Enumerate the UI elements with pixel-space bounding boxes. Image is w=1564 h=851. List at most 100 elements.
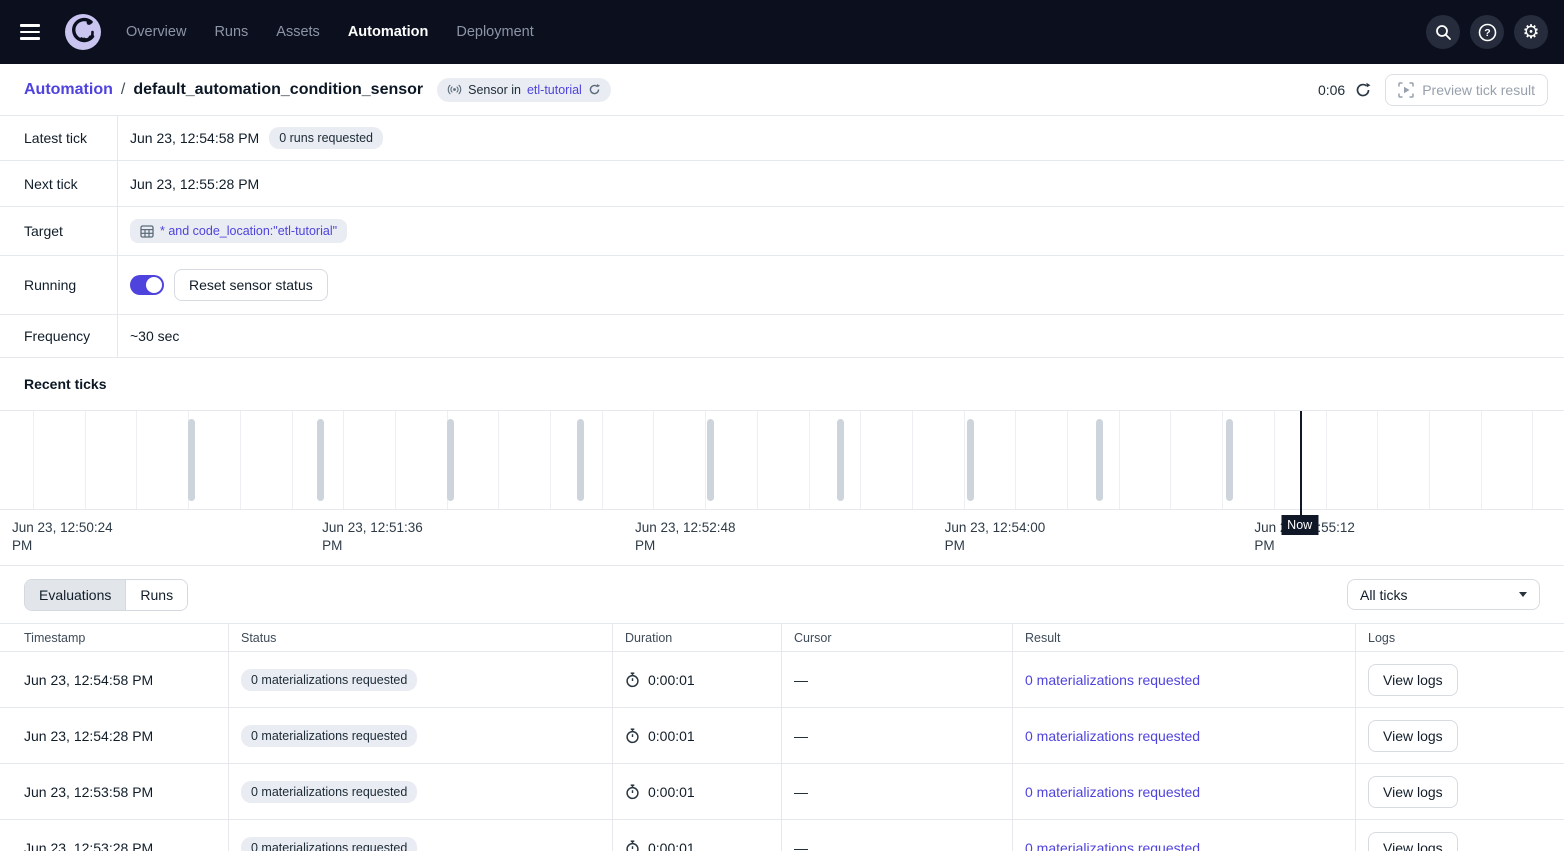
timeline-gridline	[1274, 411, 1275, 509]
timeline-gridline	[343, 411, 344, 509]
timeline-gridline	[498, 411, 499, 509]
preview-icon	[1398, 82, 1414, 98]
help-icon[interactable]: ?	[1470, 15, 1504, 49]
page-header: Automation / default_automation_conditio…	[0, 64, 1564, 116]
tab-runs[interactable]: Runs	[125, 580, 187, 610]
tick-bar[interactable]	[1096, 419, 1103, 501]
asset-selection-text: * and code_location:"etl-tutorial"	[160, 224, 337, 238]
tick-bar[interactable]	[967, 419, 974, 501]
timeline-gridline	[85, 411, 86, 509]
row-timestamp: Jun 23, 12:53:58 PM	[24, 784, 153, 800]
timeline-gridline	[550, 411, 551, 509]
timeline-gridline	[964, 411, 965, 509]
now-marker-line	[1300, 411, 1302, 518]
stopwatch-icon	[625, 784, 640, 800]
col-header-logs: Logs	[1355, 624, 1564, 651]
table-body: Jun 23, 12:54:58 PM 0 materializations r…	[0, 652, 1564, 851]
timeline-gridline	[1170, 411, 1171, 509]
view-logs-button[interactable]: View logs	[1368, 720, 1458, 752]
row-cursor: —	[794, 784, 808, 800]
timeline-gridline	[757, 411, 758, 509]
tab-evaluations[interactable]: Evaluations	[25, 580, 125, 610]
preview-tick-result-button[interactable]: Preview tick result	[1385, 74, 1548, 106]
timeline-gridline	[1532, 411, 1533, 509]
stopwatch-icon	[625, 840, 640, 851]
breadcrumb-automation-link[interactable]: Automation	[24, 81, 113, 99]
recent-ticks-heading: Recent ticks	[0, 358, 1564, 410]
row-result-link[interactable]: 0 materializations requested	[1025, 728, 1200, 744]
tick-bar[interactable]	[707, 419, 714, 501]
refresh-icon[interactable]	[1355, 82, 1371, 98]
row-timestamp: Jun 23, 12:54:28 PM	[24, 728, 153, 744]
view-logs-button[interactable]: View logs	[1368, 776, 1458, 808]
tick-filter-value: All ticks	[1360, 587, 1407, 603]
settings-gear-icon[interactable]: ⚙	[1514, 15, 1548, 49]
tick-bar[interactable]	[1226, 419, 1233, 501]
row-result-link[interactable]: 0 materializations requested	[1025, 840, 1200, 851]
search-icon[interactable]	[1426, 15, 1460, 49]
timeline-gridline	[602, 411, 603, 509]
timeline-gridline	[1119, 411, 1120, 509]
col-header-status: Status	[228, 624, 612, 651]
reset-sensor-status-button[interactable]: Reset sensor status	[174, 269, 328, 301]
row-timestamp: Jun 23, 12:53:28 PM	[24, 840, 153, 851]
hamburger-menu-icon[interactable]	[20, 18, 48, 46]
tick-bar[interactable]	[577, 419, 584, 501]
nav-item-automation[interactable]: Automation	[348, 24, 429, 40]
timeline-gridline	[1429, 411, 1430, 509]
running-toggle[interactable]	[130, 275, 164, 295]
preview-button-label: Preview tick result	[1422, 82, 1535, 98]
target-label: Target	[0, 207, 118, 255]
tick-bar[interactable]	[317, 419, 324, 501]
breadcrumb-separator: /	[121, 81, 125, 99]
timeline-gridline	[1067, 411, 1068, 509]
row-status-badge: 0 materializations requested	[241, 725, 417, 747]
top-nav: Overview Runs Assets Automation Deployment ?…	[0, 0, 1564, 64]
frequency-row: Frequency ~30 sec	[0, 315, 1564, 358]
axis-time-label: Jun 23, 12:51:36 PM	[322, 519, 426, 555]
tick-timeline	[0, 410, 1564, 510]
latest-tick-row: Latest tick Jun 23, 12:54:58 PM 0 runs r…	[0, 116, 1564, 161]
nav-item-assets[interactable]: Assets	[276, 24, 320, 40]
timeline-gridline	[292, 411, 293, 509]
timeline-gridline	[1326, 411, 1327, 509]
tick-bar[interactable]	[188, 419, 195, 501]
next-tick-row: Next tick Jun 23, 12:55:28 PM	[0, 161, 1564, 207]
stopwatch-icon	[625, 728, 640, 744]
row-duration: 0:00:01	[648, 728, 695, 744]
row-status-badge: 0 materializations requested	[241, 669, 417, 691]
timeline-gridline	[1377, 411, 1378, 509]
timeline-gridline	[809, 411, 810, 509]
timeline-gridline	[33, 411, 34, 509]
timeline-gridline	[653, 411, 654, 509]
next-tick-label: Next tick	[0, 161, 118, 206]
nav-item-deployment[interactable]: Deployment	[456, 24, 533, 40]
dagster-logo-icon[interactable]	[64, 13, 102, 51]
running-row: Running Reset sensor status	[0, 256, 1564, 315]
sensor-location-badge: Sensor in etl-tutorial	[437, 78, 611, 102]
tick-filter-dropdown[interactable]: All ticks	[1347, 579, 1540, 610]
frequency-value: ~30 sec	[130, 328, 179, 344]
sync-icon[interactable]	[588, 83, 601, 96]
asset-selection-chip[interactable]: * and code_location:"etl-tutorial"	[130, 219, 347, 243]
tick-bar[interactable]	[837, 419, 844, 501]
axis-time-label: Jun 23, 12:54:00 PM	[945, 519, 1049, 555]
col-header-timestamp: Timestamp	[0, 624, 228, 651]
row-cursor: —	[794, 840, 808, 851]
row-duration: 0:00:01	[648, 672, 695, 688]
view-logs-button[interactable]: View logs	[1368, 664, 1458, 696]
table-row: Jun 23, 12:54:28 PM 0 materializations r…	[0, 708, 1564, 764]
tick-bar[interactable]	[447, 419, 454, 501]
nav-item-runs[interactable]: Runs	[214, 24, 248, 40]
tabs-row: Evaluations Runs All ticks	[0, 566, 1564, 623]
evaluations-table: Timestamp Status Duration Cursor Result …	[0, 623, 1564, 851]
row-result-link[interactable]: 0 materializations requested	[1025, 784, 1200, 800]
view-logs-button[interactable]: View logs	[1368, 832, 1458, 851]
col-header-result: Result	[1012, 624, 1355, 651]
sensor-icon	[447, 84, 462, 95]
frequency-label: Frequency	[0, 315, 118, 357]
row-duration: 0:00:01	[648, 840, 695, 851]
nav-item-overview[interactable]: Overview	[126, 24, 186, 40]
row-result-link[interactable]: 0 materializations requested	[1025, 672, 1200, 688]
code-location-link[interactable]: etl-tutorial	[527, 83, 582, 97]
